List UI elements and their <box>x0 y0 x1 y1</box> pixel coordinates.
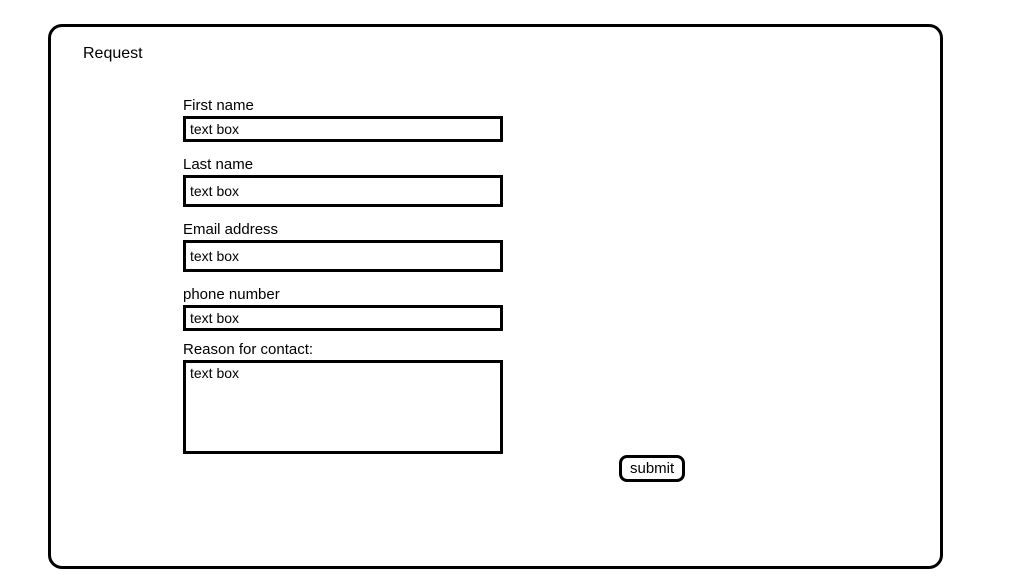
request-panel: Request First name text box Last name te… <box>48 24 943 569</box>
first-name-input[interactable]: text box <box>183 116 503 142</box>
phone-field: phone number text box <box>183 286 503 331</box>
email-label: Email address <box>183 221 503 238</box>
email-value: text box <box>190 248 239 264</box>
reason-value: text box <box>190 365 239 381</box>
reason-label: Reason for contact: <box>183 341 503 358</box>
first-name-field: First name text box <box>183 97 503 142</box>
last-name-input[interactable]: text box <box>183 175 503 207</box>
reason-field: Reason for contact: text box <box>183 341 503 454</box>
email-input[interactable]: text box <box>183 240 503 272</box>
first-name-value: text box <box>190 121 239 137</box>
last-name-label: Last name <box>183 156 503 173</box>
submit-button[interactable]: submit <box>619 455 685 482</box>
last-name-value: text box <box>190 183 239 199</box>
phone-input[interactable]: text box <box>183 305 503 331</box>
request-form: First name text box Last name text box E… <box>183 97 503 468</box>
last-name-field: Last name text box <box>183 156 503 207</box>
first-name-label: First name <box>183 97 503 114</box>
reason-input[interactable]: text box <box>183 360 503 454</box>
phone-value: text box <box>190 310 239 326</box>
phone-label: phone number <box>183 286 503 303</box>
panel-title: Request <box>83 45 143 63</box>
email-field: Email address text box <box>183 221 503 272</box>
